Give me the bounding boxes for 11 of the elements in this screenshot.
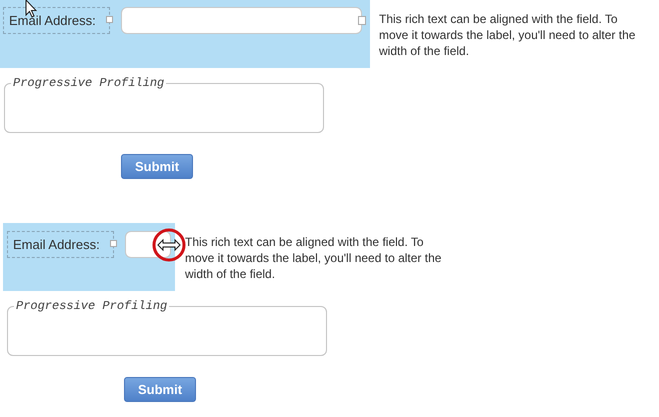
help-text: This rich text can be aligned with the field. To move it towards the label, you'll need to alter the width of the field. [379,11,636,59]
resize-handle-icon [106,16,113,23]
submit-button[interactable]: Submit [124,377,196,402]
email-field[interactable] [121,7,362,34]
resize-handle-icon [110,240,117,247]
fieldset-legend: Progressive Profiling [11,74,166,92]
submit-button[interactable]: Submit [121,154,193,179]
fieldset-legend: Progressive Profiling [14,297,170,315]
help-text: This rich text can be aligned with the field. To move it towards the label, you'll need to alter the width of the field. [185,234,442,282]
resize-handle-icon [358,16,366,25]
resize-cursor-icon [152,228,186,262]
